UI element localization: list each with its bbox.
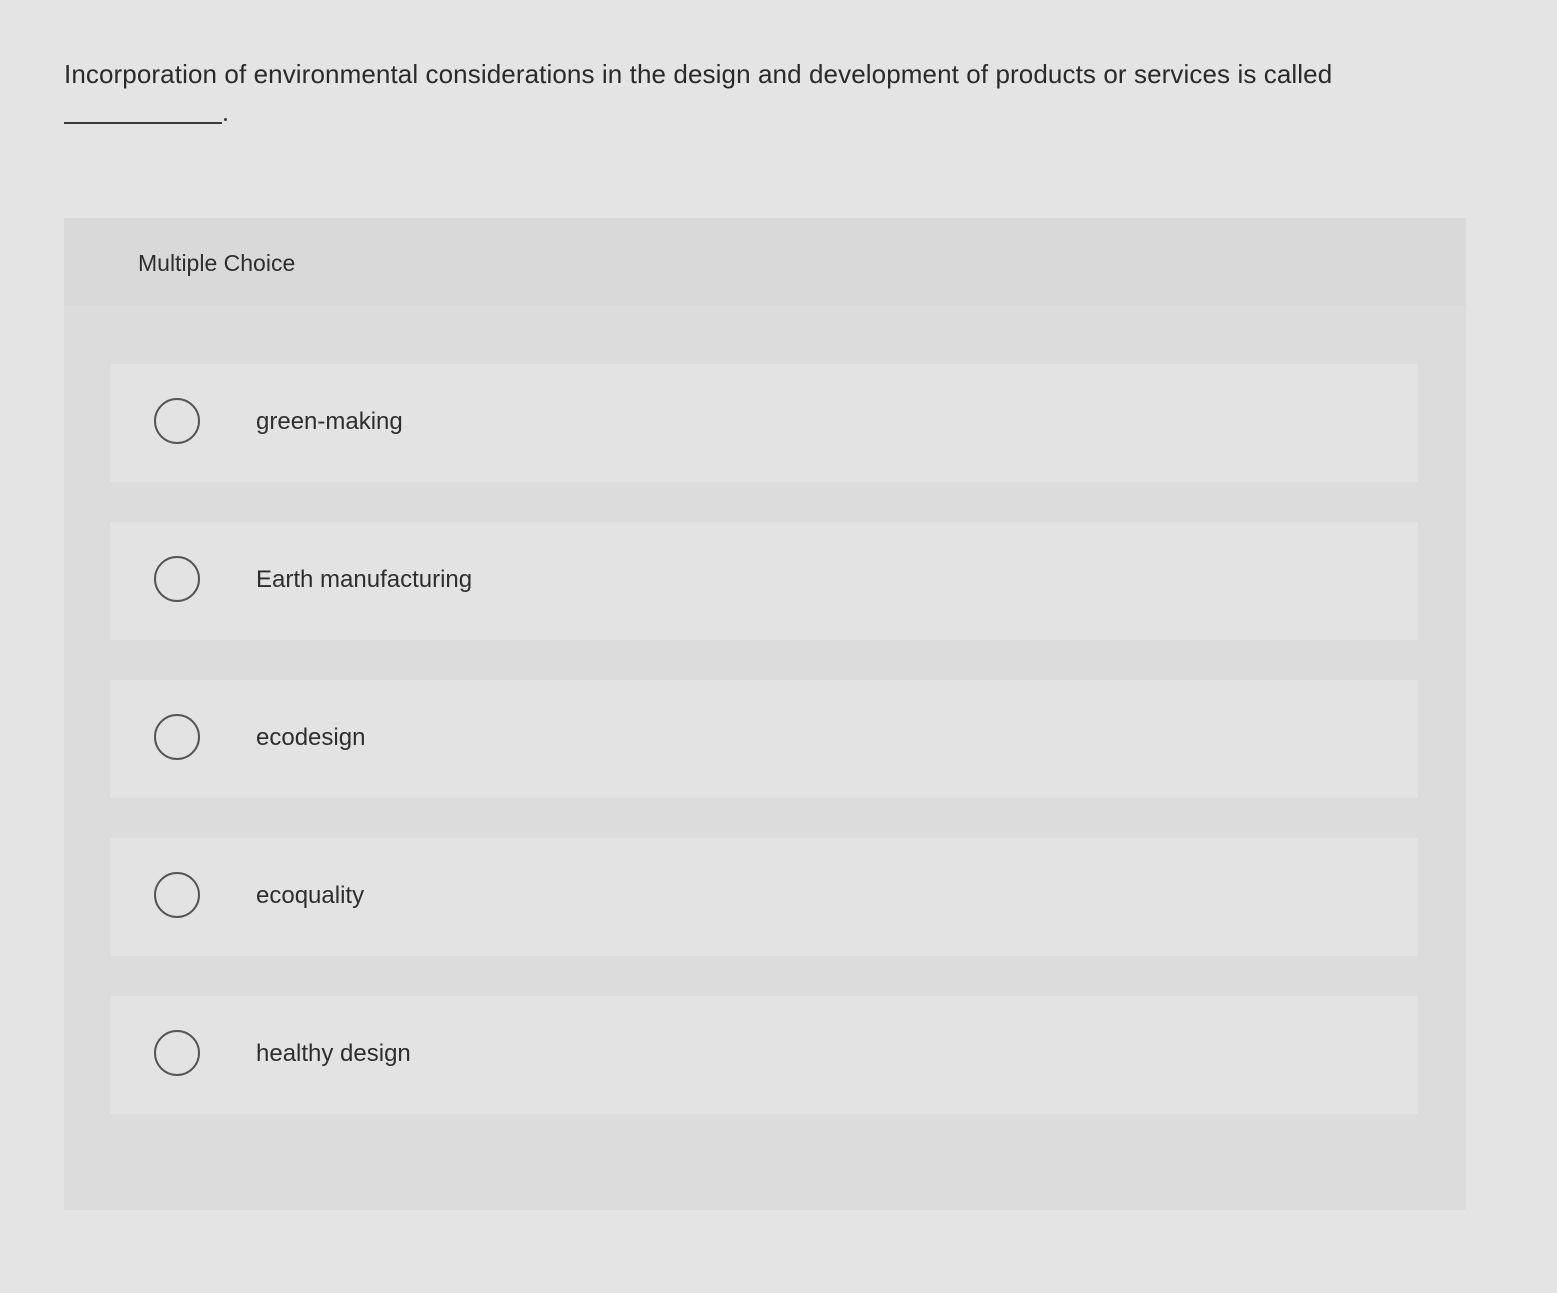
option-ecoquality[interactable]: ecoquality — [110, 838, 1418, 956]
radio-button[interactable] — [154, 714, 200, 760]
radio-button[interactable] — [154, 1030, 200, 1076]
option-label: Earth manufacturing — [256, 566, 473, 593]
options-list: green-making Earth manufacturing ecodesi… — [110, 364, 1418, 1154]
option-label: ecoquality — [256, 882, 365, 909]
option-green-making[interactable]: green-making — [110, 364, 1418, 482]
option-label: ecodesign — [256, 724, 366, 751]
option-label: healthy design — [256, 1040, 411, 1067]
answer-blank — [64, 122, 222, 124]
multiple-choice-header: Multiple Choice — [64, 218, 1466, 306]
option-label: green-making — [256, 408, 403, 435]
question-text: Incorporation of environmental considera… — [64, 59, 1333, 89]
radio-button[interactable] — [154, 872, 200, 918]
option-earth-manufacturing[interactable]: Earth manufacturing — [110, 522, 1418, 640]
radio-button[interactable] — [154, 556, 200, 602]
option-ecodesign[interactable]: ecodesign — [110, 680, 1418, 798]
option-healthy-design[interactable]: healthy design — [110, 996, 1418, 1114]
blank-period — [224, 118, 227, 121]
multiple-choice-panel: Multiple Choice green-making Earth manuf… — [64, 218, 1466, 1210]
radio-button[interactable] — [154, 398, 200, 444]
multiple-choice-title: Multiple Choice — [138, 250, 296, 276]
